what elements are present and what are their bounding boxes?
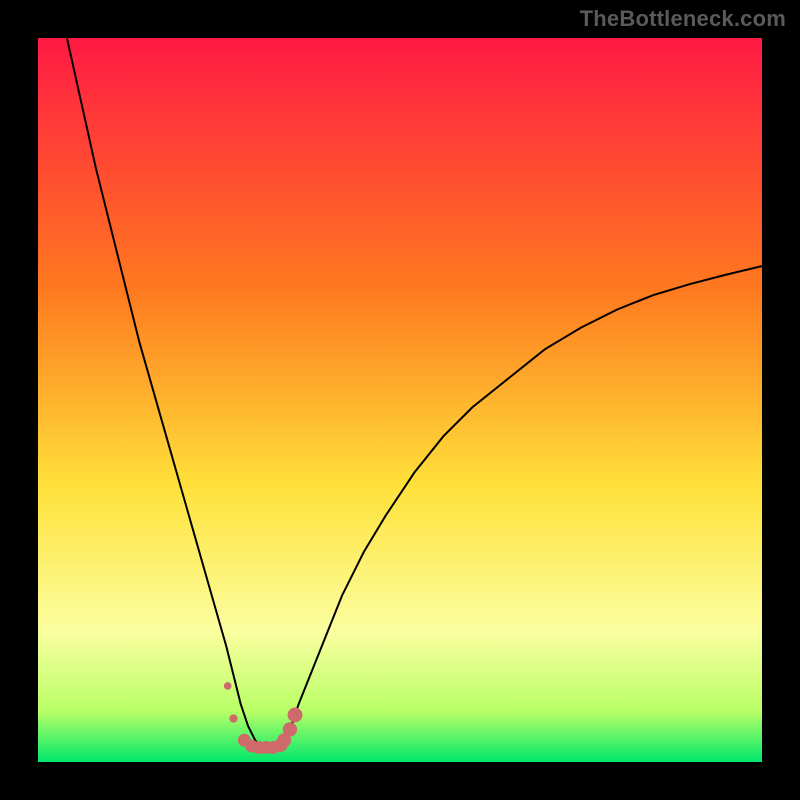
chart-plot-area <box>38 38 762 762</box>
curve-marker <box>288 708 303 723</box>
curve-marker <box>283 722 297 736</box>
outer-frame: TheBottleneck.com <box>0 0 800 800</box>
gradient-background <box>38 38 762 762</box>
chart-svg <box>38 38 762 762</box>
watermark-text: TheBottleneck.com <box>580 6 786 32</box>
curve-marker <box>229 714 237 722</box>
curve-marker <box>224 682 232 690</box>
